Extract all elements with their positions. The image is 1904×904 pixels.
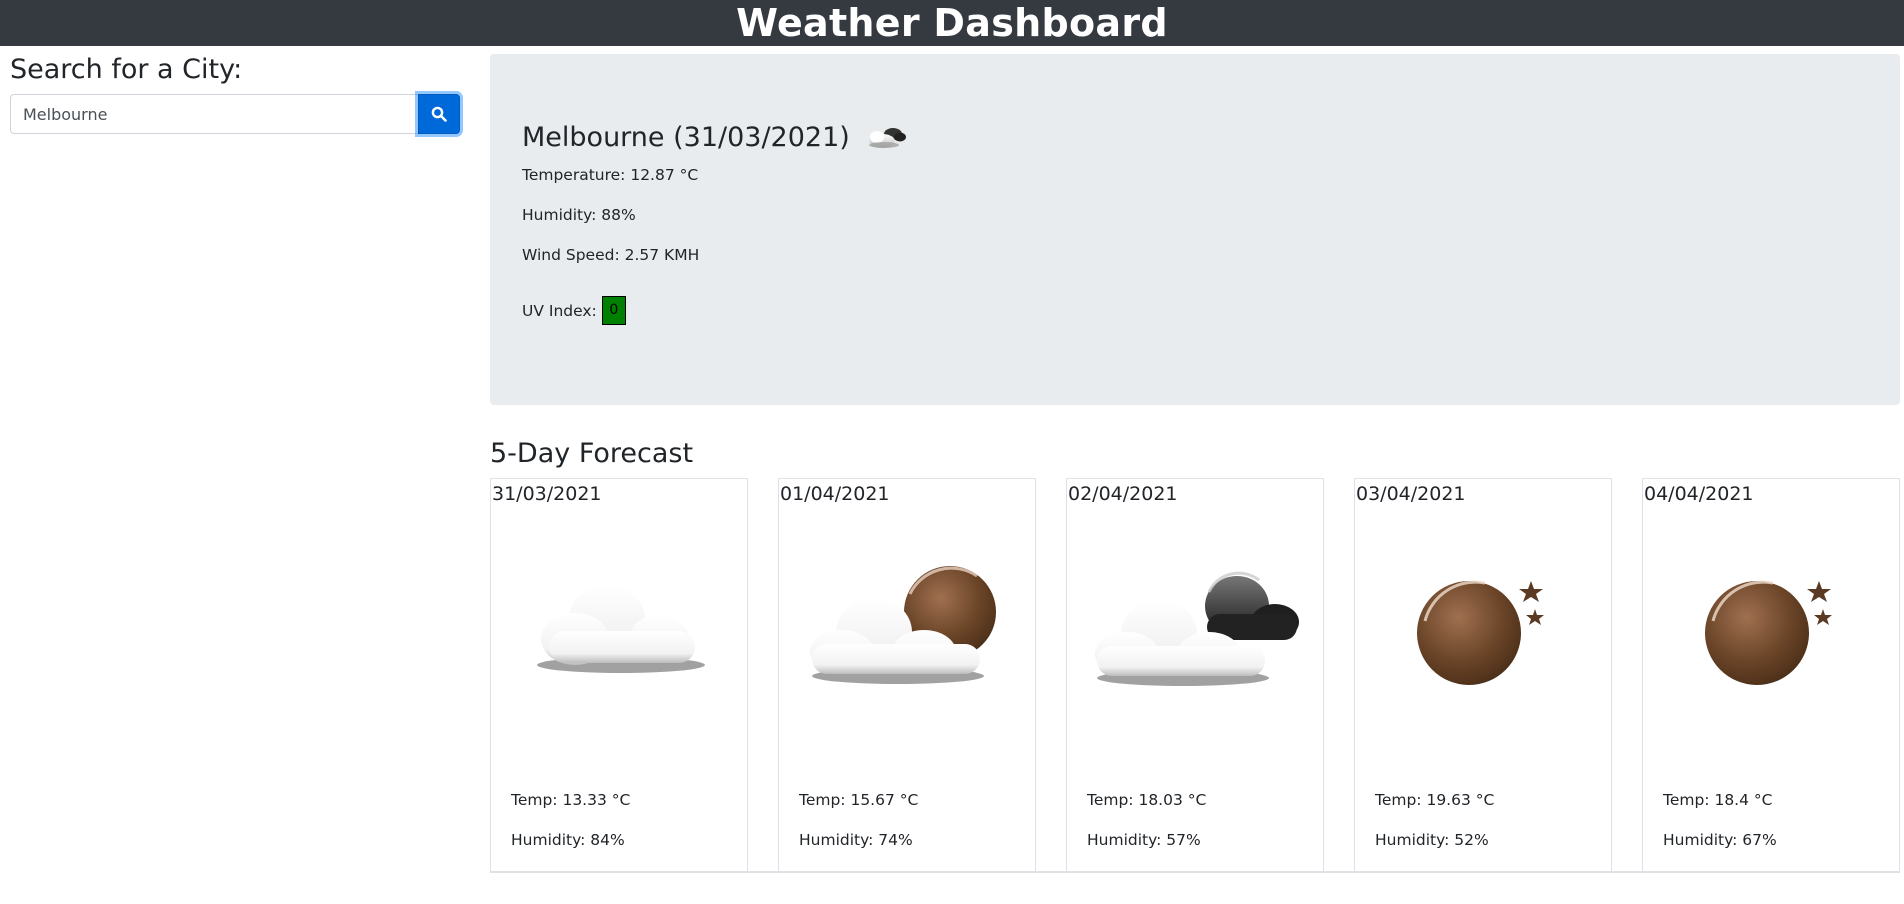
- forecast-date: 04/04/2021: [1644, 483, 1754, 505]
- moon-stars-icon: [1355, 559, 1611, 699]
- uv-index-badge: 0: [601, 296, 626, 325]
- forecast-card: 04/04/2021 Temp: 18.4 °C Humidity: 67%: [1642, 478, 1900, 873]
- forecast-humidity: Humidity: 74%: [799, 831, 913, 849]
- forecast-temp: Temp: 18.4 °C: [1663, 791, 1773, 809]
- current-city-date: Melbourne (31/03/2021): [522, 122, 850, 153]
- forecast-card: 03/04/2021 Temp: 19.63 °C Humidity: 52%: [1354, 478, 1612, 873]
- forecast-cards: 31/03/2021 Temp: 13.33 °C Humidity: 84% …: [490, 478, 1900, 873]
- forecast-date: 02/04/2021: [1068, 483, 1178, 505]
- cloud-night-icon: [864, 123, 908, 153]
- forecast-humidity: Humidity: 57%: [1087, 831, 1201, 849]
- forecast-heading: 5-Day Forecast: [490, 438, 694, 469]
- current-city-heading: Melbourne (31/03/2021): [522, 122, 908, 153]
- forecast-card: 01/04/2021 Temp: 15.67 °C Humidity: 74%: [778, 478, 1036, 873]
- current-temperature: Temperature: 12.87 °C: [522, 166, 699, 184]
- forecast-temp: Temp: 19.63 °C: [1375, 791, 1495, 809]
- search-button[interactable]: [418, 94, 460, 134]
- forecast-temp: Temp: 18.03 °C: [1087, 791, 1207, 809]
- page-title: Weather Dashboard: [736, 1, 1168, 45]
- uv-label: UV Index:: [522, 301, 597, 320]
- forecast-date: 03/04/2021: [1356, 483, 1466, 505]
- city-search-input[interactable]: [10, 94, 418, 134]
- header-bar: Weather Dashboard: [0, 0, 1904, 46]
- forecast-temp: Temp: 15.67 °C: [799, 791, 919, 809]
- forecast-card: 31/03/2021 Temp: 13.33 °C Humidity: 84%: [490, 478, 748, 873]
- current-wind-speed: Wind Speed: 2.57 KMH: [522, 246, 700, 264]
- forecast-card: 02/04/2021 Temp: 18.03 °C Humidity: 57%: [1066, 478, 1324, 873]
- forecast-date: 01/04/2021: [780, 483, 890, 505]
- moon-stars-icon: [1643, 559, 1899, 699]
- cloud-dark-cloud-icon: [1067, 559, 1323, 699]
- current-weather-panel: Melbourne (31/03/2021) Temperature: 12.8…: [490, 54, 1900, 405]
- search-form: [10, 94, 460, 134]
- forecast-humidity: Humidity: 67%: [1663, 831, 1777, 849]
- cloud-moon-icon: [779, 559, 1035, 699]
- forecast-temp: Temp: 13.33 °C: [511, 791, 631, 809]
- forecast-humidity: Humidity: 84%: [511, 831, 625, 849]
- forecast-date: 31/03/2021: [492, 483, 602, 505]
- forecast-divider: [490, 871, 1900, 873]
- cloud-icon: [491, 559, 747, 699]
- current-uv-row: UV Index: 0: [522, 296, 626, 325]
- search-heading: Search for a City:: [10, 54, 243, 85]
- search-icon: [431, 106, 447, 122]
- current-humidity: Humidity: 88%: [522, 206, 636, 224]
- forecast-humidity: Humidity: 52%: [1375, 831, 1489, 849]
